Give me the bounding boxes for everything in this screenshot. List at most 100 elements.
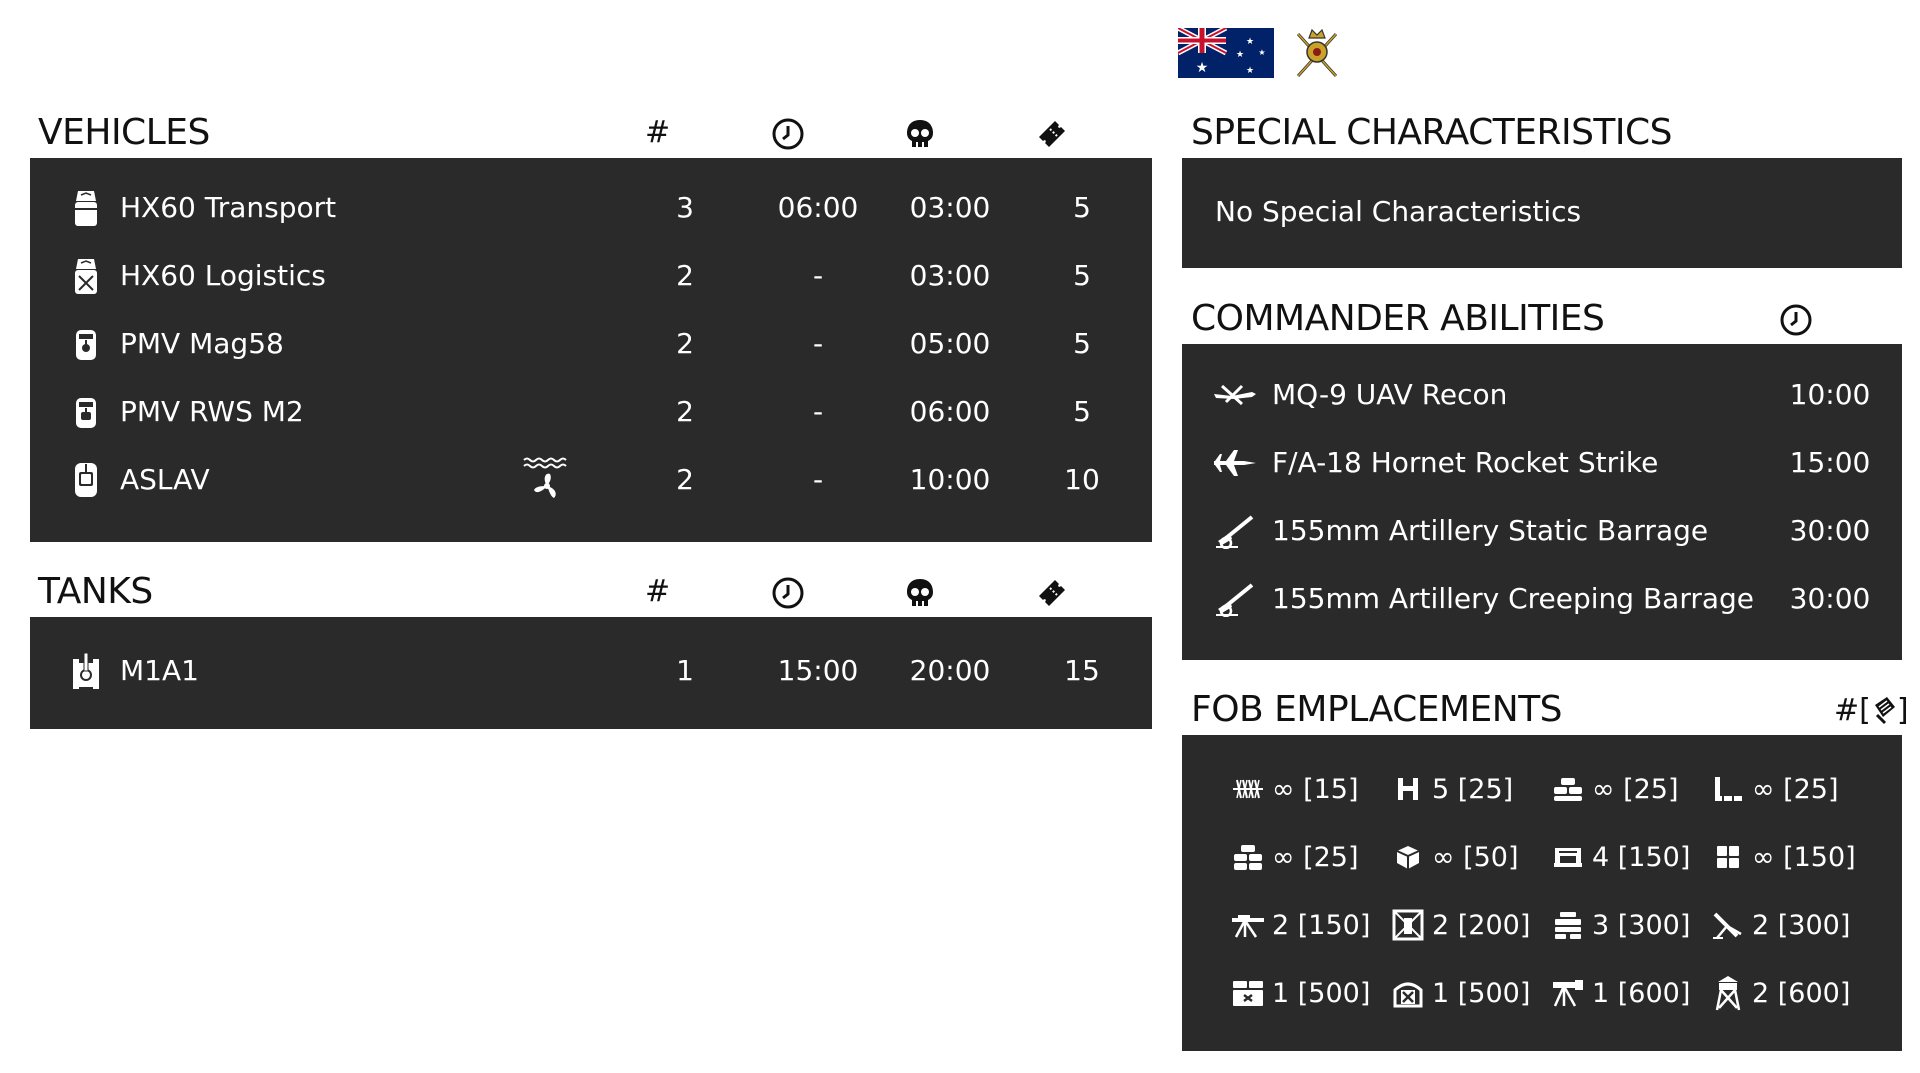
vehicle-delay: - (812, 395, 824, 428)
vehicle-name: HX60 Transport (120, 191, 337, 224)
ticket-icon (1035, 117, 1069, 151)
repair-station-icon (1390, 975, 1426, 1011)
sandbag-bunker-icon (1550, 907, 1586, 943)
watchtower-icon (1710, 975, 1746, 1011)
tank-icon (66, 651, 106, 691)
svg-text:★: ★ (1196, 60, 1209, 76)
commander-ability-row[interactable]: 155mm Artillery Creeping Barrage 30:00 (1182, 565, 1902, 633)
ticket-icon (1035, 576, 1069, 610)
construction-ammo-icon (1871, 695, 1897, 725)
clock-icon (771, 117, 805, 151)
vehicle-row[interactable]: ASLAV 2 - 10:00 10 (30, 446, 1152, 514)
mrap-icon (66, 324, 106, 364)
artillery-icon (1212, 511, 1258, 551)
special-title: SPECIAL CHARACTERISTICS (1191, 112, 1673, 153)
fob-item-label: 1 [600] (1592, 977, 1691, 1009)
fob-item[interactable]: 2 [150] (1230, 905, 1370, 945)
fob-item[interactable]: ∞ [50] (1390, 837, 1519, 877)
fob-item[interactable]: ∞ [25] (1550, 769, 1679, 809)
vehicle-respawn: 05:00 (909, 327, 991, 360)
vehicle-name: HX60 Logistics (120, 259, 326, 292)
mrap-rws-icon (66, 392, 106, 432)
fob-item[interactable]: 2 [300] (1710, 905, 1850, 945)
fob-item[interactable]: 2 [600] (1710, 973, 1850, 1013)
vehicle-delay: 06:00 (777, 191, 859, 224)
fob-item-label: 2 [200] (1432, 909, 1531, 941)
fob-item[interactable]: 4 [150] (1550, 837, 1690, 877)
skull-icon (903, 117, 937, 151)
truck-logistics-icon (66, 256, 106, 296)
fob-item-label: 2 [600] (1752, 977, 1851, 1009)
vehicle-delay: - (812, 259, 824, 292)
fob-header: #[ ] (1834, 690, 1909, 730)
fob-item[interactable]: 3 [300] (1550, 905, 1690, 945)
tanks-count-header: # (645, 574, 671, 609)
fob-panel: ∞ [15] 5 [25] ∞ [25] ∞ [25] ∞ [25] ∞ [50… (1182, 735, 1902, 1051)
tank-delay: 15:00 (777, 654, 859, 687)
commander-ability-row[interactable]: 155mm Artillery Static Barrage 30:00 (1182, 497, 1902, 565)
fob-item-label: 4 [150] (1592, 841, 1691, 873)
vehicle-tickets: 5 (1073, 327, 1091, 360)
ability-cooldown: 30:00 (1789, 582, 1871, 615)
commander-panel: MQ-9 UAV Recon 10:00 F/A-18 Hornet Rocke… (1182, 344, 1902, 660)
ability-name: MQ-9 UAV Recon (1272, 378, 1508, 411)
ability-cooldown: 15:00 (1789, 446, 1871, 479)
fob-header-close: ] (1896, 692, 1909, 728)
fob-item-label: ∞ [150] (1752, 841, 1856, 873)
vehicles-panel: HX60 Transport 3 06:00 03:00 5 HX60 Logi… (30, 158, 1152, 542)
svg-text:★: ★ (1258, 48, 1265, 57)
fob-item[interactable]: ∞ [150] (1710, 837, 1856, 877)
clock-icon (1779, 303, 1813, 337)
vehicle-row[interactable]: PMV RWS M2 2 - 06:00 5 (30, 378, 1152, 446)
truck-transport-icon (66, 188, 106, 228)
fob-item[interactable]: 2 [200] (1390, 905, 1530, 945)
australia-flag-icon: ★ ★ ★ ★ ★ (1178, 28, 1274, 78)
vehicle-respawn: 10:00 (909, 463, 991, 496)
ability-name: 155mm Artillery Static Barrage (1272, 514, 1709, 547)
fob-item[interactable]: 1 [500] (1230, 973, 1370, 1013)
sandbags-icon (1230, 839, 1266, 875)
fob-header-hash: #[ (1834, 692, 1871, 728)
vehicle-name: PMV RWS M2 (120, 395, 304, 428)
crossed-swords-emblem-icon (1292, 26, 1342, 80)
commander-ability-row[interactable]: F/A-18 Hornet Rocket Strike 15:00 (1182, 429, 1902, 497)
fob-item[interactable]: 5 [25] (1390, 769, 1513, 809)
special-text: No Special Characteristics (1215, 195, 1582, 228)
svg-text:★: ★ (1246, 37, 1254, 47)
svg-text:★: ★ (1236, 50, 1244, 60)
skull-icon (903, 576, 937, 610)
fob-item-label: 2 [150] (1272, 909, 1371, 941)
fob-item-label: ∞ [50] (1432, 841, 1519, 873)
ability-cooldown: 10:00 (1789, 378, 1871, 411)
fob-item-label: 1 [500] (1432, 977, 1531, 1009)
fob-item[interactable]: ∞ [25] (1230, 837, 1359, 877)
crate-icon (1390, 839, 1426, 875)
vehicle-row[interactable]: PMV Mag58 2 - 05:00 5 (30, 310, 1152, 378)
vehicle-row[interactable]: HX60 Logistics 2 - 03:00 5 (30, 242, 1152, 310)
tank-row[interactable]: M1A1 1 15:00 20:00 15 (30, 637, 1152, 705)
hesco-grid-icon (1710, 839, 1746, 875)
fob-item-label: ∞ [15] (1272, 773, 1359, 805)
vehicle-count: 2 (676, 259, 694, 292)
fob-item[interactable]: ∞ [15] (1230, 769, 1359, 809)
vehicle-row[interactable]: HX60 Transport 3 06:00 03:00 5 (30, 174, 1152, 242)
tank-respawn: 20:00 (909, 654, 991, 687)
fob-item-label: 5 [25] (1432, 773, 1514, 805)
fob-item-label: 1 [500] (1272, 977, 1371, 1009)
ifv-icon (66, 460, 106, 500)
svg-text:★: ★ (1246, 66, 1254, 76)
fob-item[interactable]: ∞ [25] (1710, 769, 1839, 809)
vehicle-respawn: 03:00 (909, 191, 991, 224)
vehicles-title: VEHICLES (38, 112, 210, 153)
tanks-panel: M1A1 1 15:00 20:00 15 (30, 617, 1152, 729)
ability-name: 155mm Artillery Creeping Barrage (1272, 582, 1755, 615)
fob-item[interactable]: 1 [500] (1390, 973, 1530, 1013)
tank-count: 1 (676, 654, 694, 687)
commander-ability-row[interactable]: MQ-9 UAV Recon 10:00 (1182, 361, 1902, 429)
fob-item-label: ∞ [25] (1752, 773, 1839, 805)
vehicles-count-header: # (645, 115, 671, 150)
fob-item-label: ∞ [25] (1272, 841, 1359, 873)
fob-item[interactable]: 1 [600] (1550, 973, 1690, 1013)
vehicle-tickets: 10 (1064, 463, 1100, 496)
special-panel: No Special Characteristics (1182, 158, 1902, 268)
